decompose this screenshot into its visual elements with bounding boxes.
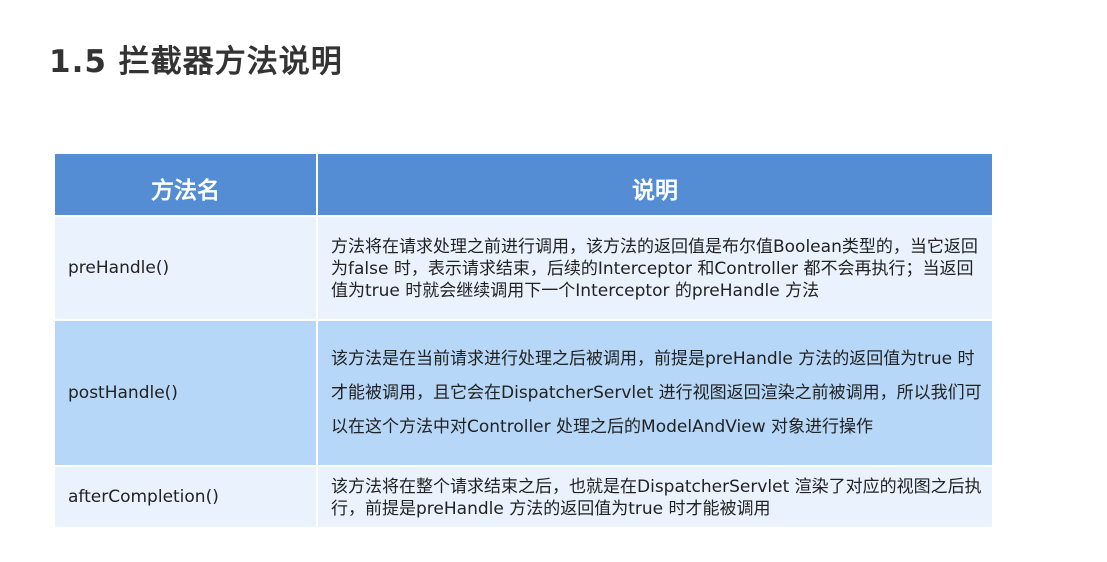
method-name-cell: postHandle()	[53, 319, 318, 467]
table-row-posthandle: postHandle() 该方法是在当前请求进行处理之后被调用，前提是preHa…	[53, 319, 994, 467]
method-name-cell: preHandle()	[53, 215, 318, 321]
column-header-method-name: 方法名	[53, 152, 318, 217]
table-row-aftercompletion: afterCompletion() 该方法将在整个请求结束之后，也就是在Disp…	[53, 465, 994, 529]
column-header-description: 说明	[316, 152, 994, 217]
method-description-cell: 该方法是在当前请求进行处理之后被调用，前提是preHandle 方法的返回值为t…	[316, 319, 994, 467]
method-description-cell: 该方法将在整个请求结束之后，也就是在DispatcherServlet 渲染了对…	[316, 465, 994, 529]
table-header-row: 方法名 说明	[53, 152, 994, 217]
interceptor-methods-table: 方法名 说明 preHandle() 方法将在请求处理之前进行调用，该方法的返回…	[53, 152, 994, 529]
method-name-cell: afterCompletion()	[53, 465, 318, 529]
method-description-cell: 方法将在请求处理之前进行调用，该方法的返回值是布尔值Boolean类型的，当它返…	[316, 215, 994, 321]
table-row-prehandle: preHandle() 方法将在请求处理之前进行调用，该方法的返回值是布尔值Bo…	[53, 215, 994, 321]
page-title: 1.5 拦截器方法说明	[49, 44, 343, 80]
